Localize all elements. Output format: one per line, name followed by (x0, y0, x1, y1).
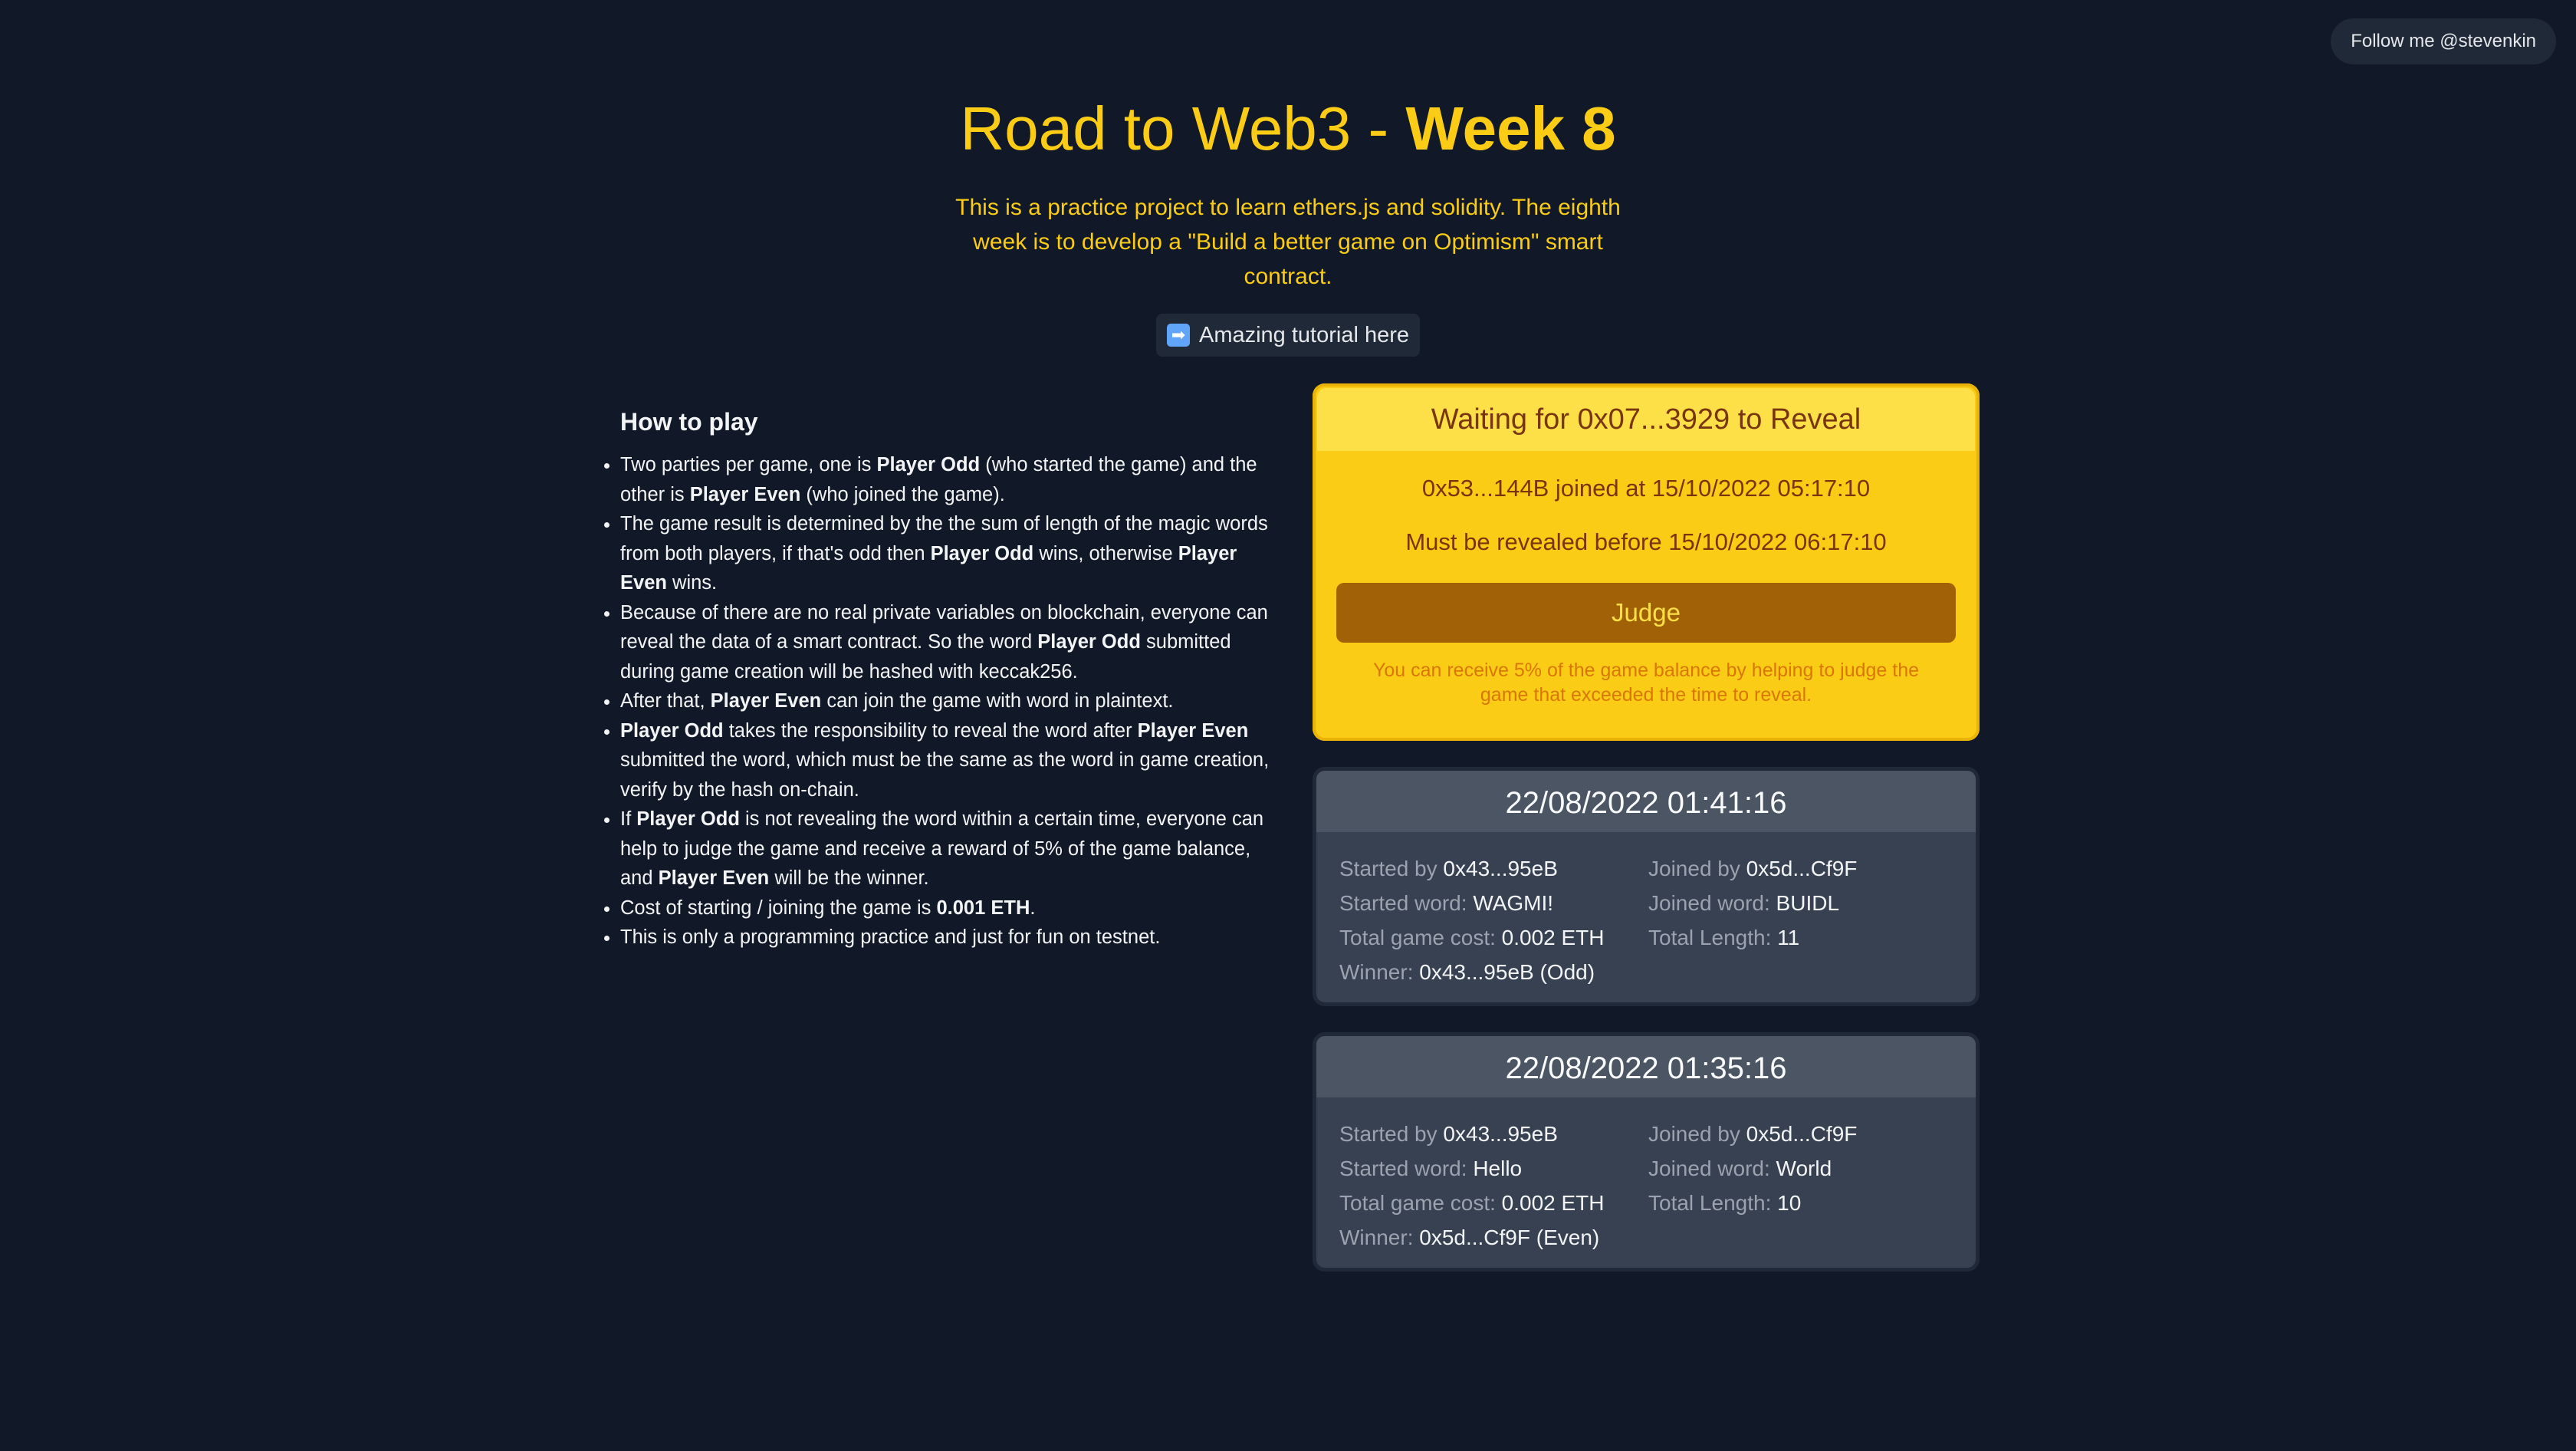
rule-text: This is only a programming practice and … (620, 926, 1161, 948)
rule-emphasis: Player Even (689, 483, 801, 505)
rule-emphasis: Player Odd (620, 719, 724, 742)
joined-word-label: Joined word: (1648, 891, 1770, 915)
page-description: This is a practice project to learn ethe… (955, 195, 1621, 289)
judge-hint: You can receive 5% of the game balance b… (1372, 660, 1920, 706)
joined-by-value: 0x5d...Cf9F (1746, 1122, 1858, 1146)
started-word-value: Hello (1473, 1157, 1523, 1180)
total-cost-value: 0.002 ETH (1501, 1191, 1605, 1215)
total-cost-label: Total game cost: (1339, 1191, 1496, 1215)
rule-text: . (1030, 897, 1036, 919)
rule-text: wins, otherwise (1033, 542, 1178, 564)
rule-text: After that, (620, 690, 711, 712)
rule-text: If (620, 808, 637, 830)
joined-word-label: Joined word: (1648, 1157, 1770, 1180)
reveal-deadline: Must be revealed before 15/10/2022 06:17… (1405, 528, 1887, 555)
title-week: Week 8 (1405, 94, 1616, 163)
rule-text: will be the winner. (769, 867, 929, 889)
winner-value: 0x43...95eB (Odd) (1419, 960, 1595, 984)
started-by-label: Started by (1339, 857, 1438, 880)
rule-item: Cost of starting / joining the game is 0… (620, 893, 1282, 923)
total-length-label: Total Length: (1648, 1191, 1772, 1215)
rule-emphasis: Player Odd (1037, 631, 1141, 653)
current-game-card: Waiting for 0x07...3929 to Reveal 0x53..… (1313, 383, 1980, 741)
started-word-label: Started word: (1339, 891, 1467, 915)
tutorial-label: Amazing tutorial here (1198, 322, 1410, 347)
started-by-value: 0x43...95eB (1443, 857, 1558, 880)
started-word-value: WAGMI! (1473, 891, 1554, 915)
game-datetime: 22/08/2022 01:41:16 (1316, 771, 1976, 832)
rule-emphasis: Player Even (710, 690, 822, 712)
started-by-value: 0x43...95eB (1443, 1122, 1558, 1146)
rule-text: wins. (666, 572, 718, 594)
title-prefix: Road to Web3 - (960, 94, 1406, 163)
started-by-label: Started by (1339, 1122, 1438, 1146)
game-datetime: 22/08/2022 01:35:16 (1316, 1036, 1976, 1097)
rule-emphasis: Player Odd (636, 808, 740, 830)
rule-emphasis: 0.001 ETH (936, 897, 1030, 919)
joined-info: 0x53...144B joined at 15/10/2022 05:17:1… (1421, 475, 1871, 502)
total-length-label: Total Length: (1648, 926, 1772, 949)
rule-item: Two parties per game, one is Player Odd … (620, 450, 1282, 509)
rule-item: The game result is determined by the the… (620, 509, 1282, 598)
total-length-value: 10 (1777, 1191, 1802, 1215)
joined-by-label: Joined by (1648, 1122, 1740, 1146)
game-history-card: 22/08/2022 01:41:16 Started by 0x43...95… (1313, 767, 1980, 1006)
rule-item: This is only a programming practice and … (620, 923, 1282, 953)
joined-word-value: World (1776, 1157, 1832, 1180)
winner-value: 0x5d...Cf9F (Even) (1419, 1226, 1600, 1249)
how-to-play-section: How to play Two parties per game, one is… (600, 408, 1282, 953)
winner-label: Winner: (1339, 960, 1414, 984)
game-status: Waiting for 0x07...3929 to Reveal (1317, 388, 1975, 451)
rule-item: If Player Odd is not revealing the word … (620, 804, 1282, 893)
hero: Road to Web3 - Week 8 This is a practice… (0, 90, 2576, 357)
rule-item: Because of there are no real private var… (620, 598, 1282, 687)
rule-text: submitted the word, which must be the sa… (620, 749, 1270, 801)
rule-item: Player Odd takes the responsibility to r… (620, 716, 1282, 805)
page-title: Road to Web3 - Week 8 (0, 90, 2576, 167)
rules-list: Two parties per game, one is Player Odd … (600, 450, 1282, 953)
rule-item: After that, Player Even can join the gam… (620, 686, 1282, 716)
tutorial-link[interactable]: ➡ Amazing tutorial here (1155, 314, 1421, 357)
rule-text: can join the game with word in plaintext… (821, 690, 1174, 712)
game-history-card: 22/08/2022 01:35:16 Started by 0x43...95… (1313, 1032, 1980, 1272)
rule-text: Two parties per game, one is (620, 454, 877, 475)
total-length-value: 11 (1777, 926, 1800, 949)
winner-label: Winner: (1339, 1226, 1414, 1249)
rule-emphasis: Player Odd (876, 454, 981, 475)
rule-text: Cost of starting / joining the game is (620, 897, 937, 919)
rule-emphasis: Player Odd (930, 542, 1034, 564)
how-to-play-title: How to play (620, 408, 758, 436)
joined-word-value: BUIDL (1776, 891, 1840, 915)
judge-button[interactable]: Judge (1336, 583, 1956, 643)
rule-emphasis: Player Even (1137, 719, 1249, 742)
started-word-label: Started word: (1339, 1157, 1467, 1180)
follow-button[interactable]: Follow me @stevenkin (2331, 18, 2556, 64)
rule-emphasis: Player Even (658, 867, 770, 889)
rule-text: takes the responsibility to reveal the w… (723, 719, 1138, 742)
right-arrow-icon: ➡ (1166, 324, 1190, 347)
total-cost-value: 0.002 ETH (1501, 926, 1605, 949)
joined-by-label: Joined by (1648, 857, 1740, 880)
rule-text: (who joined the game). (800, 483, 1005, 505)
joined-by-value: 0x5d...Cf9F (1746, 857, 1858, 880)
total-cost-label: Total game cost: (1339, 926, 1496, 949)
